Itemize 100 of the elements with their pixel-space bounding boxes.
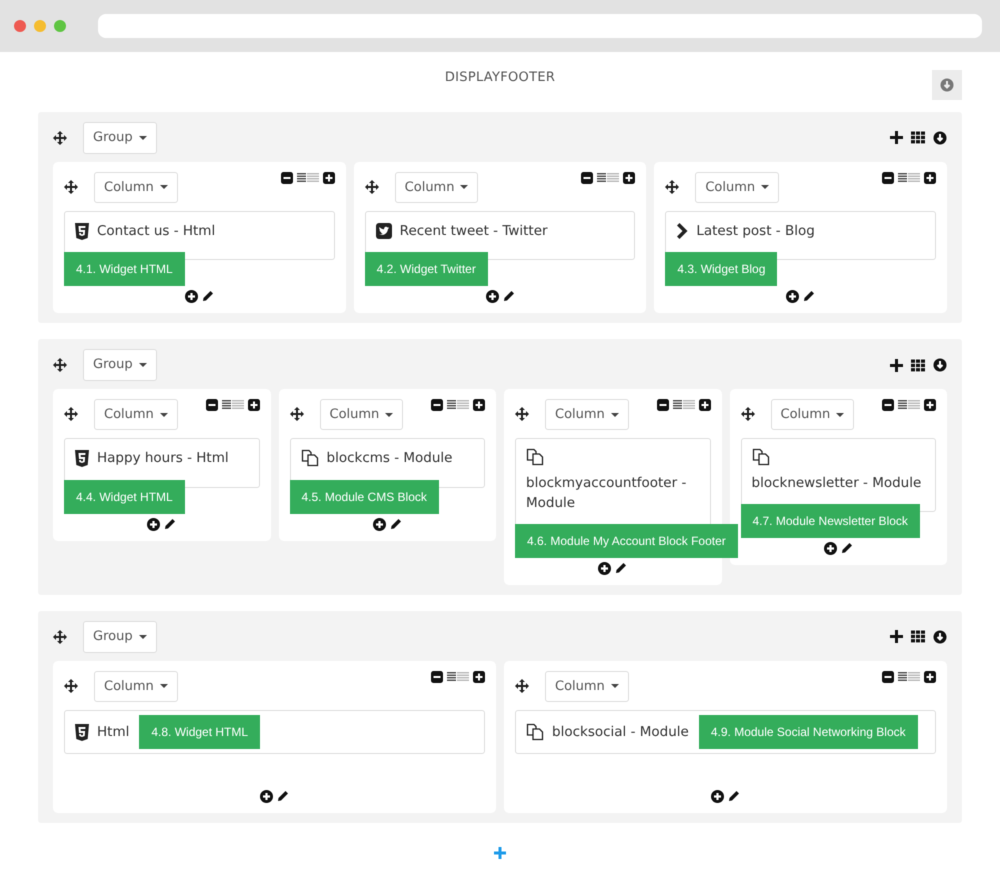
add-icon[interactable]: [486, 290, 498, 304]
plus-icon[interactable]: [473, 670, 485, 682]
plus-icon[interactable]: [924, 172, 936, 184]
add-icon[interactable]: [147, 518, 160, 530]
add-icon[interactable]: [711, 790, 724, 803]
minimize-dot[interactable]: [34, 20, 46, 32]
width-icon: [898, 400, 920, 410]
move-icon[interactable]: [64, 180, 78, 194]
grid-icon[interactable]: [911, 131, 925, 144]
pencil-icon[interactable]: [615, 562, 628, 574]
pencil-icon[interactable]: [803, 290, 816, 302]
column-dropdown[interactable]: Column: [94, 670, 178, 702]
move-icon[interactable]: [64, 406, 78, 421]
minus-icon[interactable]: [206, 398, 218, 411]
column-dropdown[interactable]: Column: [545, 398, 629, 430]
pencil-icon[interactable]: [728, 790, 740, 802]
zoom-dot[interactable]: [54, 20, 66, 32]
column-dropdown[interactable]: Column: [695, 172, 780, 203]
download-icon[interactable]: [933, 130, 947, 145]
group-dropdown[interactable]: Group: [83, 621, 157, 652]
move-icon[interactable]: [515, 678, 529, 692]
widget-label: 4.1. Widget HTML: [64, 252, 185, 286]
plus-icon[interactable]: [322, 172, 335, 184]
width-icon: [597, 173, 620, 182]
column-dropdown[interactable]: Column: [94, 398, 178, 430]
plus-icon[interactable]: [924, 670, 936, 682]
add-icon[interactable]: [786, 290, 800, 304]
widget-label: 4.3. Widget Blog: [665, 252, 778, 286]
widget-title: blocknewsletter - Module: [752, 474, 922, 490]
move-icon[interactable]: [53, 630, 67, 644]
minus-icon[interactable]: [280, 172, 293, 184]
widget-title: blockcms - Module: [326, 449, 452, 468]
group-dropdown[interactable]: Group: [83, 122, 157, 154]
plus-icon[interactable]: [890, 630, 903, 644]
pencil-icon[interactable]: [390, 518, 402, 530]
download-icon[interactable]: [933, 630, 947, 644]
move-icon[interactable]: [64, 678, 78, 692]
plus-icon[interactable]: [473, 398, 485, 411]
minus-icon[interactable]: [882, 172, 894, 184]
pencil-icon[interactable]: [202, 290, 214, 302]
html5-icon: [75, 724, 89, 740]
add-icon[interactable]: [824, 542, 837, 555]
move-icon[interactable]: [665, 180, 680, 194]
width-icon: [296, 173, 319, 182]
add-icon[interactable]: [260, 790, 273, 803]
add-icon[interactable]: [598, 562, 612, 575]
documents-icon: [526, 448, 544, 466]
bird-icon: [376, 223, 392, 240]
move-icon[interactable]: [53, 358, 67, 372]
group-dropdown[interactable]: Group: [83, 349, 157, 381]
column-dropdown[interactable]: Column: [545, 670, 629, 702]
pencil-icon[interactable]: [502, 290, 514, 302]
minus-icon[interactable]: [431, 398, 443, 411]
width-icon: [447, 400, 469, 410]
chevron-icon: [676, 223, 688, 240]
grid-icon[interactable]: [911, 630, 925, 644]
html5-icon: [75, 450, 89, 467]
download-icon[interactable]: [933, 358, 947, 372]
width-icon: [672, 400, 694, 410]
widget-label: 4.6. Module My Account Block Footer: [515, 524, 738, 558]
move-icon[interactable]: [290, 406, 304, 421]
grid-icon[interactable]: [911, 358, 925, 372]
minus-icon[interactable]: [581, 172, 594, 184]
widget-title: Latest post - Blog: [696, 222, 815, 241]
documents-icon: [752, 448, 770, 466]
add-icon[interactable]: [372, 518, 386, 530]
plus-icon[interactable]: [890, 131, 903, 144]
widget-title: blocksocial - Module: [552, 722, 689, 742]
move-icon[interactable]: [53, 130, 67, 145]
download-icon: [940, 78, 954, 92]
column-dropdown[interactable]: Column: [94, 172, 178, 203]
minus-icon[interactable]: [882, 398, 894, 411]
widget-label: 4.2. Widget Twitter: [364, 252, 488, 286]
move-icon[interactable]: [740, 406, 754, 421]
page-title: DISPLAYFOOTER: [444, 69, 556, 88]
add-icon[interactable]: [184, 290, 198, 304]
column-dropdown[interactable]: Column: [394, 172, 478, 203]
pencil-icon[interactable]: [840, 542, 853, 554]
move-icon[interactable]: [515, 406, 529, 421]
minus-icon[interactable]: [882, 670, 894, 682]
widget-title: blockmyaccountfooter - Module: [526, 474, 686, 511]
widget-label: 4.4. Widget HTML: [64, 480, 185, 514]
column-dropdown[interactable]: Column: [320, 398, 404, 430]
pencil-icon[interactable]: [164, 518, 176, 530]
documents-icon: [526, 723, 544, 741]
plus-icon[interactable]: [248, 398, 260, 411]
column-dropdown[interactable]: Column: [770, 398, 854, 430]
widget-label: 4.7. Module Newsletter Block: [740, 504, 920, 538]
move-icon[interactable]: [364, 180, 379, 194]
plus-icon[interactable]: [890, 358, 903, 372]
plus-icon[interactable]: [698, 398, 710, 411]
minus-icon[interactable]: [431, 670, 443, 682]
pencil-icon[interactable]: [277, 790, 289, 802]
plus-icon[interactable]: [924, 398, 936, 411]
html5-icon: [75, 222, 89, 240]
widget-label: 4.5. Module CMS Block: [290, 480, 439, 514]
close-dot[interactable]: [14, 20, 26, 32]
download-button[interactable]: [932, 70, 962, 100]
minus-icon[interactable]: [656, 398, 668, 411]
plus-icon[interactable]: [623, 172, 636, 184]
